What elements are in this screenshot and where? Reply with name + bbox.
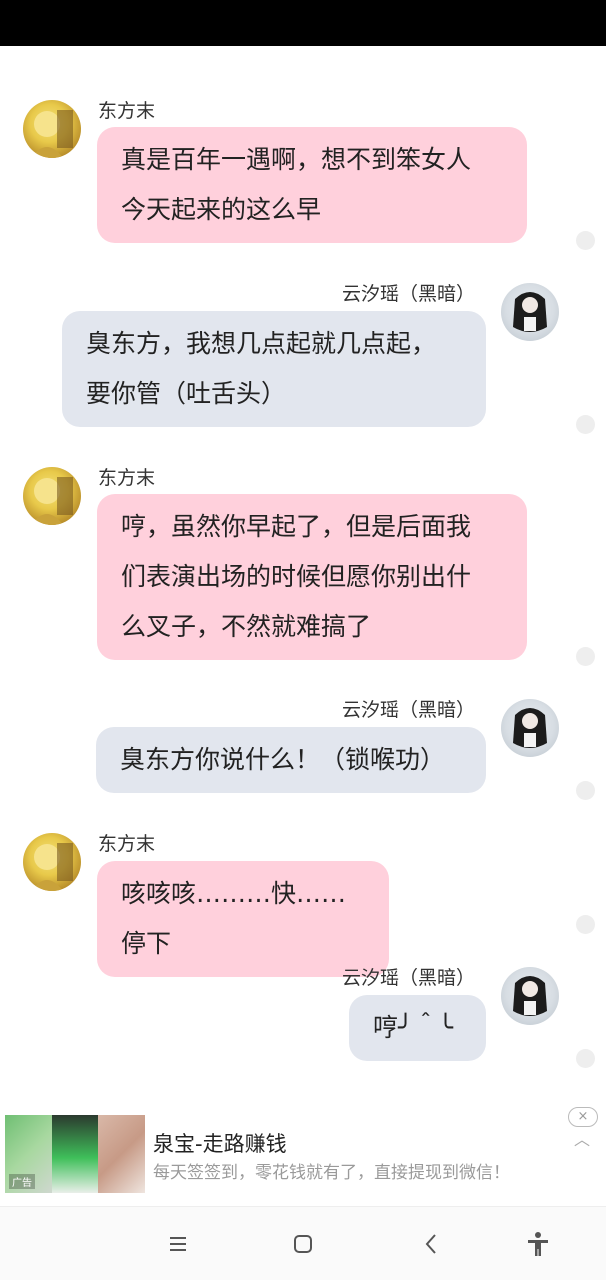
message-status-dot (576, 781, 595, 800)
accessibility-icon[interactable] (523, 1229, 553, 1259)
avatar-dongfangmo[interactable] (23, 833, 81, 891)
system-navigation-bar (0, 1206, 606, 1280)
message-line: 臭东方，我想几点起就几点起， (86, 329, 437, 358)
message-line: 哼，虽然你早起了，但是后面我 (121, 512, 472, 541)
message-bubble[interactable]: 咳咳咳………快……停下 (97, 861, 389, 977)
message-line: 哼╯＾╰ (373, 1013, 454, 1042)
avatar-yunxiyao[interactable] (501, 699, 559, 757)
ad-thumbnail (98, 1115, 145, 1193)
ad-thumbnail (51, 1115, 99, 1193)
message-status-dot (576, 231, 595, 250)
message-status-dot (576, 415, 595, 434)
message-bubble[interactable]: 真是百年一遇啊，想不到笨女人 今天起来的这么早 (97, 127, 527, 243)
message-bubble[interactable]: 哼，虽然你早起了，但是后面我 们表演出场的时候但愿你别出什 么叉子，不然就难搞了 (97, 494, 527, 660)
ad-description: 每天签签到，零花钱就有了，直接提现到微信！ (153, 1163, 510, 1183)
message-bubble[interactable]: 臭东方你说什么！（锁喉功） (96, 727, 486, 793)
ad-thumbnails[interactable]: 广告 (5, 1115, 145, 1193)
sender-name: 云汐瑶（黑暗） (341, 967, 475, 989)
message-bubble[interactable]: 臭东方，我想几点起就几点起， 要你管（吐舌头） (62, 311, 486, 427)
ad-close-button[interactable]: × (568, 1107, 598, 1127)
message-line: 咳咳咳………快……停下 (121, 879, 347, 958)
back-icon[interactable] (416, 1229, 446, 1259)
message-line: 么叉子，不然就难搞了 (121, 612, 372, 641)
sender-name: 东方末 (98, 100, 156, 122)
ad-title[interactable]: 泉宝-走路赚钱 (153, 1128, 287, 1158)
ad-banner[interactable]: 广告 泉宝-走路赚钱 每天签签到，零花钱就有了，直接提现到微信！ × ︿ (0, 1106, 606, 1206)
sender-name: 云汐瑶（黑暗） (341, 699, 475, 721)
avatar-dongfangmo[interactable] (23, 467, 81, 525)
message-line: 臭东方你说什么！（锁喉功） (120, 745, 446, 774)
avatar-yunxiyao[interactable] (501, 283, 559, 341)
message-line: 真是百年一遇啊，想不到笨女人 (121, 145, 472, 174)
ad-thumbnail: 广告 (5, 1115, 52, 1193)
message-line: 今天起来的这么早 (121, 195, 322, 224)
chat-message-list[interactable]: 东方末 真是百年一遇啊，想不到笨女人 今天起来的这么早 云汐瑶（黑暗） 臭东方，… (0, 46, 606, 1106)
message-line: 要你管（吐舌头） (86, 379, 287, 408)
home-icon[interactable] (288, 1229, 318, 1259)
ad-tag: 广告 (9, 1174, 35, 1189)
message-line: 们表演出场的时候但愿你别出什 (121, 562, 472, 591)
status-bar (0, 0, 606, 46)
chevron-up-icon[interactable]: ︿ (574, 1126, 590, 1150)
avatar-yunxiyao[interactable] (501, 967, 559, 1025)
menu-icon[interactable] (163, 1229, 193, 1259)
message-status-dot (576, 915, 595, 934)
message-bubble[interactable]: 哼╯＾╰ (349, 995, 486, 1061)
message-status-dot (576, 1049, 595, 1068)
avatar-dongfangmo[interactable] (23, 100, 81, 158)
sender-name: 云汐瑶（黑暗） (341, 283, 475, 305)
sender-name: 东方末 (98, 467, 156, 489)
sender-name: 东方末 (98, 833, 156, 855)
message-status-dot (576, 647, 595, 666)
